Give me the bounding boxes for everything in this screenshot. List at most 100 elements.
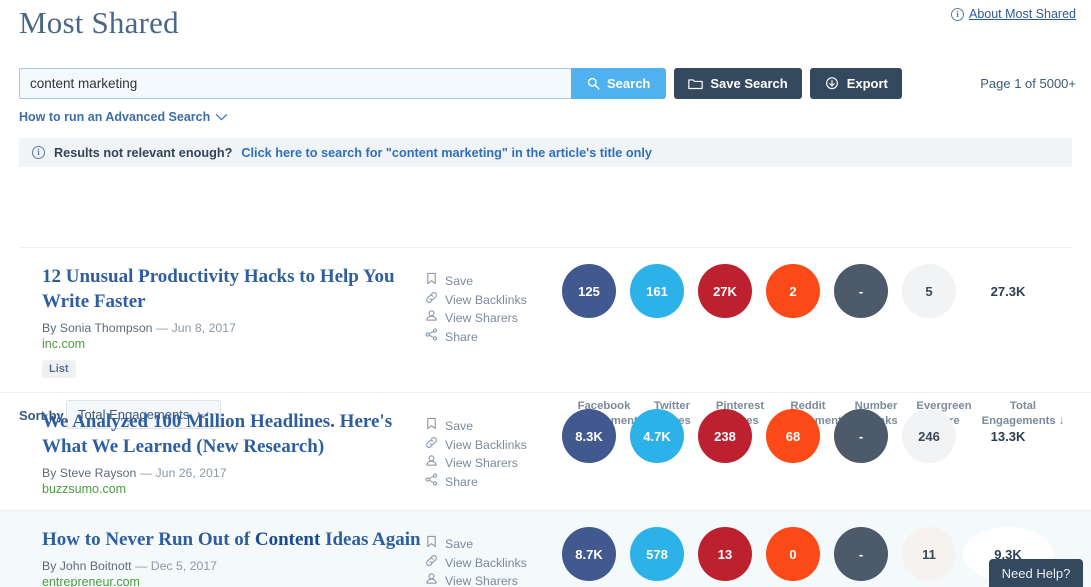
- result-domain[interactable]: buzzsumo.com: [42, 482, 425, 496]
- action-label: View Sharers: [445, 311, 518, 325]
- sharers-icon: [425, 309, 438, 328]
- advanced-search-toggle[interactable]: How to run an Advanced Search: [19, 110, 228, 124]
- metric-value: 8.7K: [562, 527, 616, 581]
- share-action[interactable]: Share: [425, 327, 555, 347]
- metric-twitter: 578: [623, 527, 691, 581]
- view-sharers-action[interactable]: View Sharers: [425, 454, 555, 473]
- action-label: Share: [445, 474, 478, 489]
- about-most-shared-label: About Most Shared: [968, 7, 1076, 21]
- backlinks-icon: [425, 291, 438, 310]
- metric-value: 0: [766, 527, 820, 581]
- result-metrics: 125 161 27K 2-5 27.3K: [555, 248, 1091, 318]
- page-title: Most Shared: [19, 5, 179, 40]
- info-icon: i: [950, 7, 964, 21]
- search-button-label: Search: [607, 76, 651, 91]
- metric-value: 13: [698, 527, 752, 581]
- search-input[interactable]: [19, 68, 571, 99]
- relevance-banner: i Results not relevant enough? Click her…: [19, 138, 1072, 167]
- action-label: View Backlinks: [445, 292, 527, 307]
- metric-pinterest: 13: [691, 527, 759, 581]
- view-backlinks-action[interactable]: View Backlinks: [425, 291, 555, 310]
- action-label: View Sharers: [445, 574, 518, 587]
- metric-value: 11: [902, 527, 956, 581]
- search-row: Search Save Search Export: [19, 68, 902, 99]
- result-actions: SaveView BacklinksView SharersShare: [425, 511, 555, 587]
- metric-value: 5: [902, 264, 956, 318]
- metric-value: 27K: [698, 264, 752, 318]
- results-list: 12 Unusual Productivity Hacks to Help Yo…: [0, 248, 1091, 587]
- result-title[interactable]: We Analyzed 100 Million Headlines. Here'…: [42, 409, 425, 459]
- save-action[interactable]: Save: [425, 535, 555, 554]
- result-author: By Sonia Thompson: [42, 321, 153, 335]
- metric-value: 8.3K: [562, 409, 616, 463]
- need-help-button[interactable]: Need Help?: [989, 559, 1083, 587]
- table-row: 12 Unusual Productivity Hacks to Help Yo…: [0, 248, 1091, 393]
- metric-twitter: 4.7K: [623, 409, 691, 463]
- table-row: How to Never Run Out of Content Ideas Ag…: [0, 511, 1091, 587]
- metric-number-of-links: -: [827, 527, 895, 581]
- metric-value: 246: [902, 409, 956, 463]
- save-icon: [425, 417, 438, 436]
- save-search-button[interactable]: Save Search: [674, 68, 802, 99]
- view-backlinks-action[interactable]: View Backlinks: [425, 554, 555, 573]
- metric-total-engagements: 27.3K: [963, 264, 1053, 318]
- advanced-search-label: How to run an Advanced Search: [19, 110, 211, 124]
- result-date: Jun 26, 2017: [155, 466, 227, 480]
- save-search-label: Save Search: [710, 76, 788, 91]
- result-meta: By John Boitnott — Dec 5, 2017: [42, 559, 218, 573]
- about-most-shared-link[interactable]: i About Most Shared: [950, 7, 1076, 21]
- result-domain[interactable]: entrepreneur.com: [42, 575, 425, 587]
- metric-evergreen-score: 246: [895, 409, 963, 463]
- sort-bar: Sort by Total Engagements FacebookEngage…: [0, 196, 1091, 429]
- metric-value: 238: [698, 409, 752, 463]
- result-domain[interactable]: inc.com: [42, 337, 425, 351]
- metric-value: 2: [766, 264, 820, 318]
- result-type-tag: List: [42, 360, 76, 378]
- save-icon: [425, 272, 438, 291]
- result-metrics: 8.3K 4.7K 238 68-246 13.3K: [555, 393, 1091, 463]
- metric-reddit: 2: [759, 264, 827, 318]
- view-backlinks-action[interactable]: View Backlinks: [425, 436, 555, 455]
- metric-total-engagements: 13.3K: [963, 409, 1053, 463]
- metric-pinterest: 27K: [691, 264, 759, 318]
- action-label: View Backlinks: [445, 555, 527, 570]
- search-button[interactable]: Search: [571, 68, 667, 99]
- banner-question: Results not relevant enough?: [54, 145, 233, 160]
- export-button[interactable]: Export: [809, 68, 902, 99]
- metric-facebook: 8.3K: [555, 409, 623, 463]
- save-action[interactable]: Save: [425, 272, 555, 291]
- backlinks-icon: [425, 436, 438, 455]
- chevron-down-icon: [215, 110, 228, 124]
- share-action[interactable]: Share: [425, 472, 555, 492]
- table-row: We Analyzed 100 Million Headlines. Here'…: [0, 393, 1091, 511]
- action-label: Save: [445, 537, 474, 551]
- view-sharers-action[interactable]: View Sharers: [425, 572, 555, 587]
- result-author: By John Boitnott: [42, 559, 132, 573]
- metric-value: 578: [630, 527, 684, 581]
- metric-value: 4.7K: [630, 409, 684, 463]
- search-icon: [587, 77, 600, 90]
- result-actions: SaveView Backlinks View Sharers Share: [425, 248, 555, 346]
- page-count: Page 1 of 5000+: [980, 76, 1076, 91]
- sharers-icon: [425, 454, 438, 473]
- metric-value: 27.3K: [990, 283, 1026, 299]
- result-title[interactable]: 12 Unusual Productivity Hacks to Help Yo…: [42, 264, 425, 314]
- result-main: 12 Unusual Productivity Hacks to Help Yo…: [0, 248, 425, 392]
- result-actions: SaveView Backlinks View SharersShare: [425, 393, 555, 491]
- metric-value: -: [834, 409, 888, 463]
- result-title[interactable]: How to Never Run Out of Content Ideas Ag…: [42, 527, 425, 552]
- view-sharers-action[interactable]: View Sharers: [425, 309, 555, 328]
- download-cloud-icon: [824, 77, 840, 90]
- result-main: How to Never Run Out of Content Ideas Ag…: [0, 511, 425, 587]
- result-date: Dec 5, 2017: [150, 559, 218, 573]
- metric-value: 13.3K: [990, 428, 1026, 444]
- action-label: View Backlinks: [445, 437, 527, 452]
- metric-facebook: 125: [555, 264, 623, 318]
- most-shared-page: Most Shared i About Most Shared Search S…: [0, 0, 1091, 587]
- export-label: Export: [846, 76, 888, 91]
- metric-number-of-links: -: [827, 409, 895, 463]
- save-action[interactable]: Save: [425, 417, 555, 436]
- banner-action-link[interactable]: Click here to search for "content market…: [241, 146, 652, 160]
- metric-facebook: 8.7K: [555, 527, 623, 581]
- metric-value: 125: [562, 264, 616, 318]
